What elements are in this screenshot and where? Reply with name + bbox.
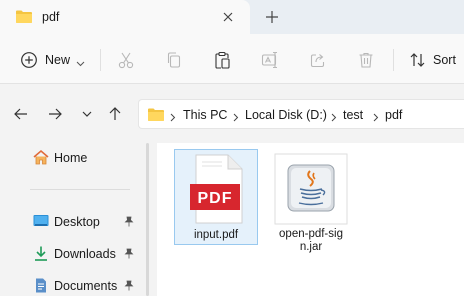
folder-icon [15,9,33,27]
folder-icon [147,107,165,125]
sidebar-item-label: Desktop [54,215,100,229]
paste-icon[interactable] [212,50,232,70]
pdf-file-icon: PDF [188,154,244,227]
sidebar-item-home[interactable]: Home [30,147,140,169]
pin-icon [124,248,134,262]
chevron-right-icon[interactable] [233,111,239,125]
sort-label: Sort [433,53,456,67]
command-bar: New Sort [0,34,464,84]
breadcrumb-test[interactable]: test [343,108,363,122]
file-name-line: n.jar [299,241,323,253]
sidebar-item-desktop[interactable]: Desktop [30,211,140,233]
copy-icon[interactable] [164,50,184,70]
pin-icon [124,280,134,294]
downloads-icon [32,245,50,265]
new-button[interactable]: New [14,47,90,73]
chevron-down-icon [76,56,85,70]
rename-icon[interactable] [260,50,280,70]
chevron-right-icon[interactable] [373,111,379,125]
sidebar-divider [30,189,130,190]
chevron-right-icon[interactable] [331,111,337,125]
up-arrow-icon[interactable] [106,105,124,123]
tab-strip: pdf [0,0,464,34]
plus-circle-icon [20,51,38,72]
chevron-right-icon[interactable] [170,111,176,125]
forward-arrow-icon[interactable] [46,105,64,123]
file-view: PDF input.pdf open-pdf-sig n.jar [157,143,464,296]
pdf-badge: PDF [198,190,233,207]
divider [393,49,394,71]
tab-pdf[interactable]: pdf [0,0,250,34]
divider [100,49,101,71]
back-arrow-icon[interactable] [12,105,30,123]
file-name-line: open-pdf-sig [279,228,343,240]
close-icon[interactable] [219,8,237,26]
navigation-pane: Home Desktop Downloads Documents [0,143,152,296]
breadcrumb-pdf[interactable]: pdf [385,108,402,122]
desktop-icon [32,213,50,232]
documents-icon [32,277,50,296]
file-name: open-pdf-sig n.jar [269,228,353,254]
sidebar-item-documents[interactable]: Documents [30,275,140,296]
tab-title: pdf [42,10,60,24]
home-icon [32,149,50,169]
file-item-open-pdf-sign-jar[interactable]: open-pdf-sig n.jar [269,149,353,253]
file-name: input.pdf [193,229,239,241]
navigation-row: This PC Local Disk (D:) test pdf [0,85,464,143]
sidebar-item-label: Home [54,151,88,165]
cut-icon[interactable] [116,50,136,70]
file-item-input-pdf[interactable]: PDF input.pdf [174,149,258,245]
breadcrumb-local-disk[interactable]: Local Disk (D:) [245,108,327,122]
sort-button[interactable]: Sort [404,47,464,73]
new-tab-button[interactable] [262,7,282,27]
delete-icon[interactable] [356,50,376,70]
pin-icon [124,216,134,230]
sidebar-scrollbar[interactable] [146,143,149,296]
share-icon[interactable] [308,50,328,70]
recent-locations-chevron-icon[interactable] [78,105,96,123]
breadcrumb-this-pc[interactable]: This PC [183,108,227,122]
java-jar-icon [274,153,348,228]
new-label: New [45,53,71,67]
sidebar-item-downloads[interactable]: Downloads [30,243,140,265]
address-bar[interactable]: This PC Local Disk (D:) test pdf [138,99,464,129]
sidebar-item-label: Downloads [54,247,116,261]
sort-icon [408,51,428,72]
sidebar-item-label: Documents [54,279,118,293]
